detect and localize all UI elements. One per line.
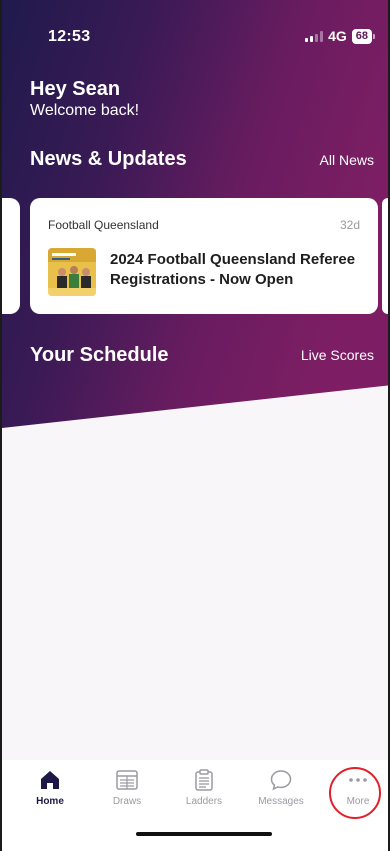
tab-draws[interactable]: Draws — [91, 768, 163, 807]
status-time: 12:53 — [48, 28, 91, 45]
referee-news-thumbnail — [48, 248, 96, 296]
signal-strength-icon — [305, 30, 324, 42]
draws-icon — [116, 770, 138, 790]
tab-messages-label: Messages — [258, 796, 304, 807]
schedule-section-title: Your Schedule — [30, 344, 169, 366]
more-tab-highlight-circle — [329, 767, 381, 819]
ladders-icon — [195, 769, 213, 791]
live-scores-link[interactable]: Live Scores — [301, 347, 374, 363]
battery-level: 68 — [355, 29, 368, 42]
next-news-card[interactable] — [382, 198, 388, 314]
news-card-headline: 2024 Football Queensland Referee Registr… — [110, 251, 356, 288]
news-section-title: News & Updates — [30, 148, 187, 170]
home-indicator[interactable] — [136, 832, 272, 836]
network-type: 4G — [328, 28, 347, 44]
all-news-link[interactable]: All News — [320, 152, 374, 168]
status-indicators: 4G 68 — [305, 28, 376, 44]
home-icon — [41, 771, 59, 789]
home-screen: 12:53 4G 68 Hey Sean Welcome back! News … — [0, 0, 390, 851]
tab-ladders[interactable]: Ladders — [168, 768, 240, 807]
tab-draws-label: Draws — [112, 796, 142, 807]
news-card[interactable]: Football Queensland 32d 2024 Football Qu… — [30, 198, 378, 314]
battery-icon: 68 — [351, 28, 376, 44]
previous-news-card[interactable] — [2, 198, 20, 314]
greeting-subtitle: Welcome back! — [30, 102, 140, 119]
news-card-age: 32d — [339, 218, 360, 232]
messages-icon — [270, 770, 292, 791]
tab-messages[interactable]: Messages — [245, 768, 317, 807]
tab-ladders-label: Ladders — [185, 796, 223, 807]
tab-home-label: Home — [36, 796, 64, 807]
news-card-source: Football Queensland — [48, 218, 159, 232]
status-bar: 12:53 4G 68 — [2, 0, 388, 56]
tab-home[interactable]: Home — [14, 768, 86, 807]
greeting-title: Hey Sean — [30, 78, 121, 100]
